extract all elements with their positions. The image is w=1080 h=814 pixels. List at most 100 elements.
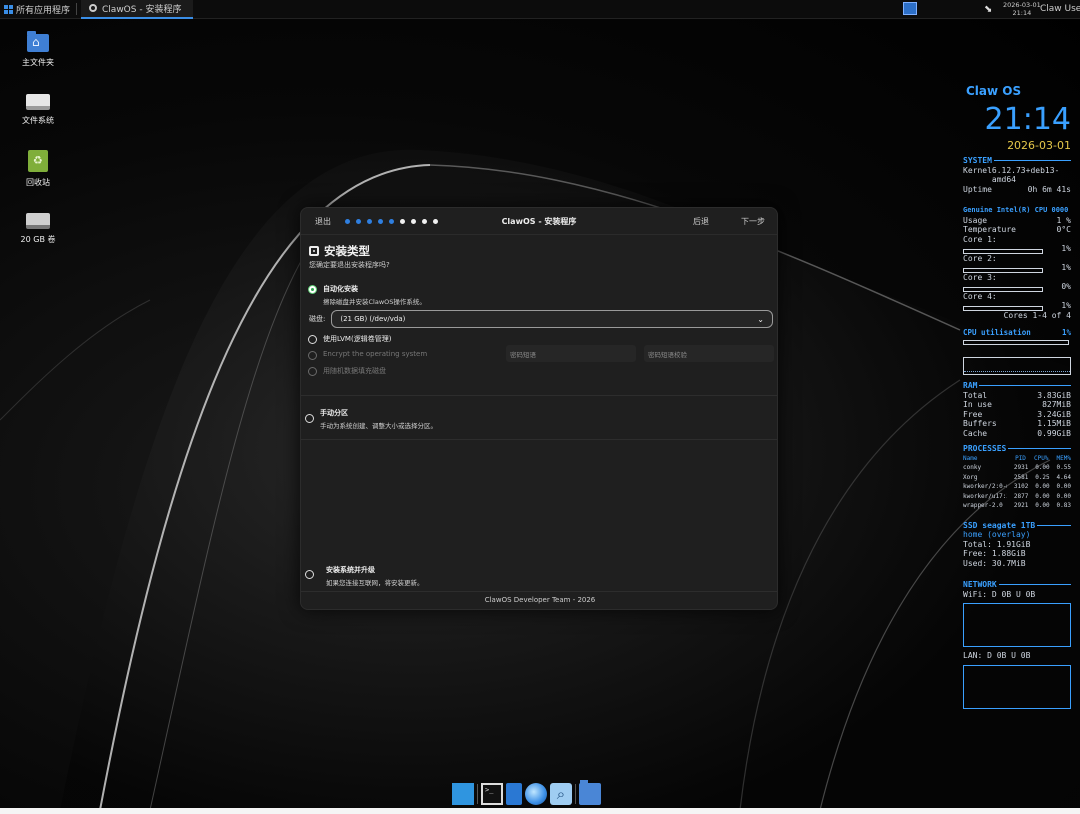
dock-separator (575, 784, 576, 804)
option-desc: 如果您连接互联网，将安装更新。 (326, 579, 424, 587)
page-subtitle: 您确定要退出安装程序吗? (309, 261, 390, 269)
file-manager-icon[interactable] (579, 780, 601, 805)
installer-footer: ClawOS Developer Team - 2026 (301, 591, 777, 609)
volume-icon (26, 213, 50, 229)
conky-process-row: conky 2931 0.00 0.55 (963, 464, 1071, 471)
conky-processes-header: PROCESSES (963, 444, 1071, 454)
conky-cpu-temp: Temperature 0°C (963, 225, 1071, 234)
conky-core-bar: 1% (963, 263, 1071, 273)
conky-process-row: kworker/2:0-mm31020.000.00 (963, 483, 1071, 490)
conky-date: 2026-03-01 (1007, 138, 1071, 152)
conky-process-table: Name PID CPU% MEM% conky 2931 0.00 0.55 Xorg 25… (963, 454, 1071, 511)
desktop-icon-filesystem[interactable]: 文件系统 (8, 94, 68, 126)
conky-cpu-util-bar (963, 339, 1069, 345)
installer-window: 退出 ClawOS - 安装程序 后退 下一步 安装类型 您确定要退出安装程序吗… (300, 207, 778, 610)
option-manual-partition[interactable]: 手动分区 手动为系统创建、调整大小或选择分区。 (305, 408, 437, 430)
panel-clock[interactable]: 2026-03-01 21:14 (1003, 1, 1041, 17)
option-lvm[interactable]: 使用LVM(逻辑卷管理) (308, 334, 391, 344)
conky-ssd-used: Used: 30.7MiB (963, 558, 1026, 568)
conky-process-row: kworker/u17:3-d28770.000.00 (963, 492, 1071, 500)
network-icon[interactable] (525, 783, 547, 805)
option-random-fill-label: 用随机数据填充磁盘 (323, 367, 386, 375)
conky-cpu-graph (963, 357, 1071, 375)
option-encrypt-label: Encrypt the operating system (323, 350, 428, 358)
terminal-icon[interactable]: >_ (481, 783, 503, 805)
passphrase-confirm-input[interactable]: 密码短语校验 (644, 345, 774, 362)
desktop-icon[interactable] (452, 783, 474, 805)
radio-encrypt[interactable] (308, 351, 317, 360)
installer-gear-icon (89, 4, 98, 12)
taskbar-installer-label: ClawOS - 安装程序 (102, 4, 182, 15)
conky-lan-graph (963, 664, 1071, 709)
conky-core: Core 1: (963, 234, 997, 244)
workspace-switcher-icon[interactable] (903, 2, 917, 15)
conky-cpu-util: CPU utilisation 1% (963, 328, 1071, 337)
desktop-icon-home[interactable]: 主文件夹 (8, 31, 68, 68)
conky-cores-summary: Cores 1-4 of 4 (1003, 310, 1071, 320)
conky-process-columns: Name PID CPU% MEM% (963, 454, 1071, 462)
passphrase-input[interactable]: 密码短语 (506, 345, 636, 362)
conky-cpu-header: Genuine Intel(R) CPU 0000 @ (963, 206, 1071, 214)
home-folder-icon (27, 31, 49, 52)
disk-select[interactable]: (21 GB) (/dev/vda) ⌄ (331, 310, 773, 328)
network-tray-icon[interactable]: ⬊ (984, 4, 992, 15)
installer-header: 退出 ClawOS - 安装程序 后退 下一步 (301, 208, 777, 235)
all-apps-button[interactable]: 所有应用程序 (0, 0, 74, 18)
disk-row: 磁盘: (21 GB) (/dev/vda) ⌄ (309, 309, 773, 329)
text-editor-icon[interactable] (506, 783, 522, 805)
page-heading: 安装类型 (309, 243, 370, 259)
chevron-down-icon: ⌄ (757, 314, 764, 324)
option-desc: 手动为系统创建、调整大小或选择分区。 (320, 422, 437, 430)
trash-icon (28, 150, 48, 172)
conky-ram-header: RAM (963, 381, 1071, 391)
conky-monitor: Claw OS 21:14 2026-03-01 SYSTEM Kernel 6.… (963, 82, 1071, 713)
back-button[interactable]: 后退 (693, 216, 709, 227)
next-button[interactable]: 下一步 (741, 216, 765, 227)
page-title: 安装类型 (324, 244, 370, 258)
radio-auto-install[interactable] (308, 285, 317, 294)
option-desc: 擦除磁盘并安装ClawOS操作系统。 (323, 298, 426, 306)
panel-clock-date: 2026-03-01 (1003, 1, 1041, 9)
radio-lvm[interactable] (308, 335, 317, 344)
conky-wifi: WiFi: D 0B U 0B (963, 589, 1036, 599)
option-install-upgrade[interactable]: 安装系统并升级 如果您连接互联网，将安装更新。 (305, 565, 424, 587)
taskbar-installer-button[interactable]: ClawOS - 安装程序 (81, 0, 194, 19)
radio-random-fill[interactable] (308, 367, 317, 376)
conky-ssd-total: Total: 1.91GiB (963, 539, 1031, 549)
search-icon[interactable]: ⌕ (550, 783, 572, 805)
radio-install-upgrade[interactable] (305, 570, 314, 579)
conky-ram-row: Buffers 1.15MiB (963, 419, 1071, 428)
user-menu[interactable]: Claw User (1040, 4, 1080, 14)
conky-uptime: Uptime 0h 6m 41s (963, 184, 1071, 194)
screen-bottom-strip (0, 808, 1080, 814)
option-encrypt[interactable]: Encrypt the operating system (308, 350, 427, 360)
conky-ram-row: Total 3.83GiB (963, 390, 1071, 400)
dock-separator (477, 784, 478, 804)
conky-core-bar: 0% (963, 282, 1071, 292)
divider (301, 439, 777, 440)
option-lvm-label: 使用LVM(逻辑卷管理) (323, 335, 392, 343)
option-random-fill[interactable]: 用随机数据填充磁盘 (308, 366, 386, 376)
desktop-icon-label: 20 GB 卷 (20, 235, 56, 244)
disk-label: 磁盘: (309, 315, 326, 323)
disk-icon (309, 246, 319, 256)
panel-separator (76, 3, 78, 15)
all-apps-label: 所有应用程序 (16, 5, 71, 16)
conky-wifi-graph (963, 603, 1071, 647)
conky-core-bar: 1% (963, 301, 1071, 311)
desktop-icon-trash[interactable]: 回收站 (8, 150, 68, 188)
conky-time: 21:14 (984, 101, 1071, 137)
radio-manual-partition[interactable] (305, 414, 314, 423)
conky-ssd-mount: home (overlay) (963, 530, 1031, 539)
desktop-icon-label: 主文件夹 (22, 58, 54, 67)
conky-process-row: wrapper-2.0 2921 0.00 0.83 (963, 502, 1071, 509)
conky-core: Core 4: (963, 291, 997, 301)
divider (301, 395, 777, 396)
option-auto-install[interactable]: 自动化安装 擦除磁盘并安装ClawOS操作系统。 (308, 284, 426, 306)
disk-select-value: (21 GB) (/dev/vda) (340, 315, 406, 323)
conky-ssd-header: SSD seagate 1TB (963, 521, 1071, 531)
desktop-icon-volume[interactable]: 20 GB 卷 (8, 213, 68, 245)
panel-clock-time: 21:14 (1012, 9, 1032, 17)
conky-ram-row: In use 827MiB (963, 400, 1071, 409)
conky-kernel: Kernel 6.12.73+deb13-amd64 (963, 165, 1060, 185)
